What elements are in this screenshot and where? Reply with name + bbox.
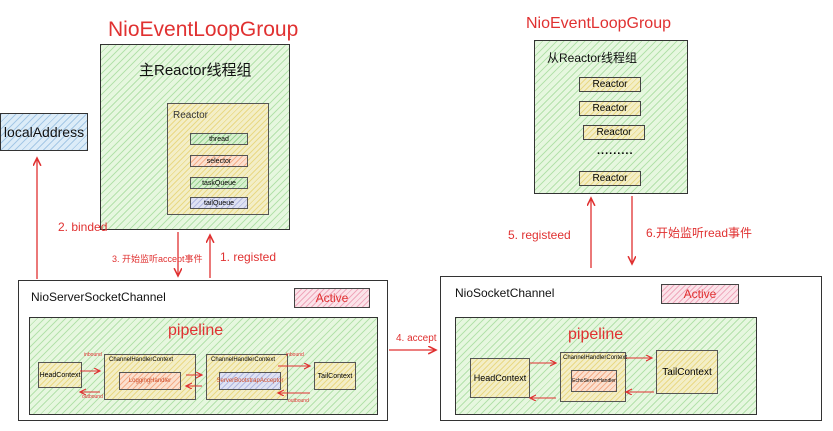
arrows-layer xyxy=(0,0,654,431)
